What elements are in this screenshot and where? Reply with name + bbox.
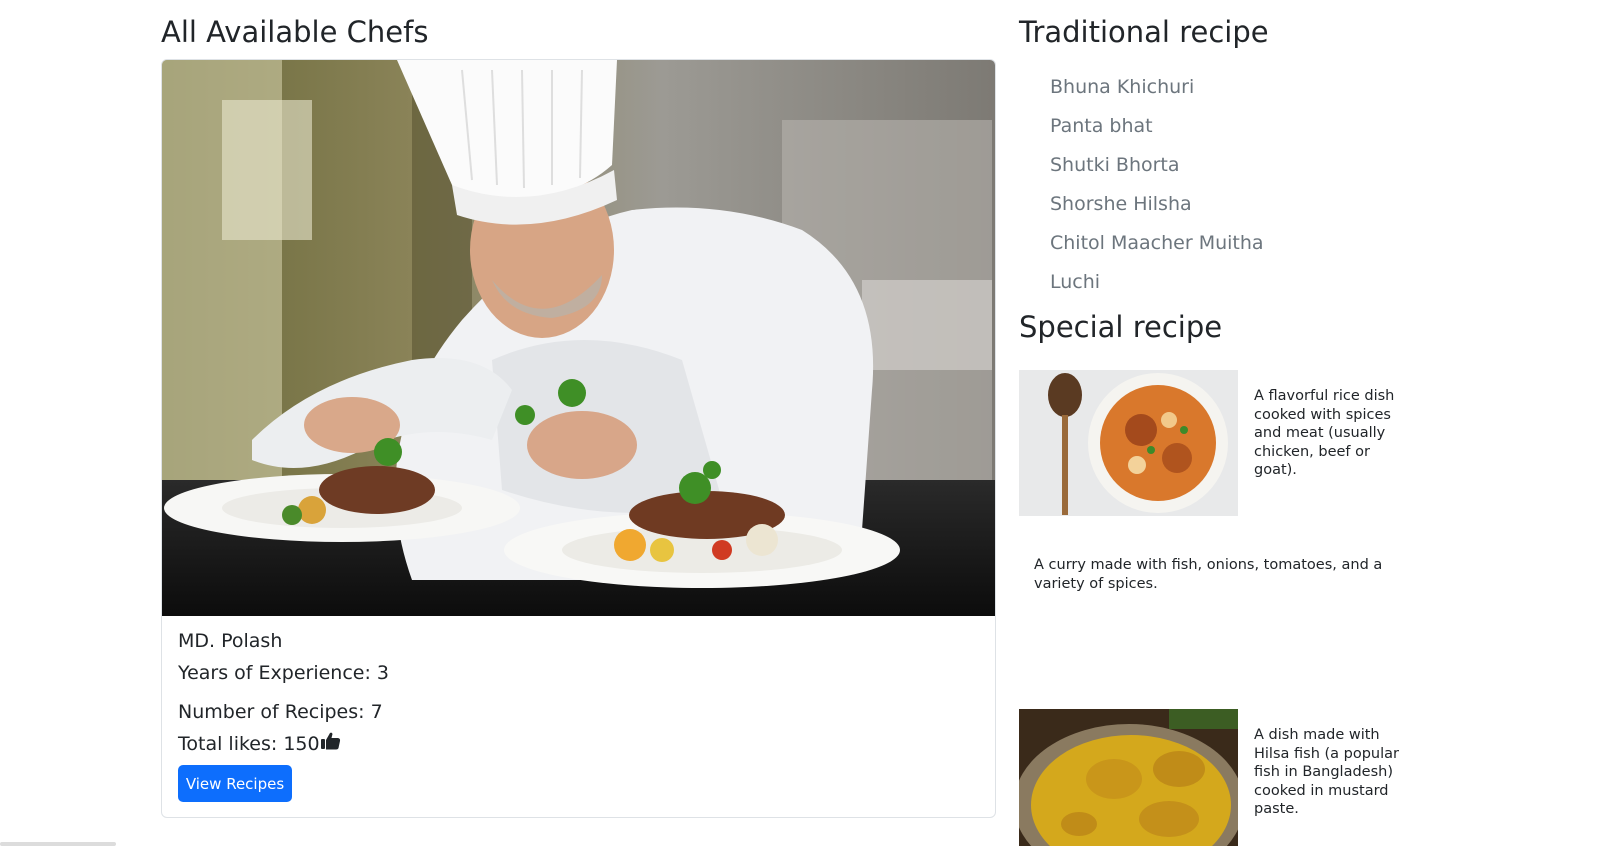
special-recipe-description: A curry made with fish, onions, tomatoes… (1034, 557, 1383, 592)
special-recipe-item: A flavorful rice dish cooked with spices… (1019, 370, 1419, 520)
special-recipe-item: A curry made with fish, onions, tomatoes… (1019, 540, 1399, 690)
chef-likes-text: Total likes: 150 (178, 732, 320, 755)
chef-card: MD. Polash Years of Experience: 3 Number… (161, 59, 996, 818)
chef-experience: Years of Experience: 3 (178, 662, 390, 684)
chef-photo (162, 60, 995, 616)
chef-name: MD. Polash (178, 630, 283, 652)
chef-likes: Total likes: 150 (178, 732, 341, 755)
horizontal-scrollbar[interactable] (0, 842, 116, 846)
traditional-recipe-item: Shorshe Hilsha (1050, 193, 1192, 215)
traditional-recipe-item: Luchi (1050, 271, 1101, 293)
thumbs-up-icon (320, 732, 341, 755)
view-recipes-button[interactable]: View Recipes (178, 765, 292, 802)
special-recipe-heading: Special recipe (1019, 310, 1223, 344)
traditional-recipe-list: Bhuna Khichuri Panta bhat Shutki Bhorta … (1050, 74, 1264, 308)
traditional-recipe-heading: Traditional recipe (1019, 15, 1269, 49)
traditional-recipe-item: Shutki Bhorta (1050, 154, 1180, 176)
special-recipe-description: A dish made with Hilsa fish (a popular f… (1254, 727, 1399, 817)
biryani-photo (1019, 370, 1238, 516)
hilsa-curry-photo (1019, 709, 1238, 846)
chefs-heading: All Available Chefs (161, 15, 429, 49)
traditional-recipe-item: Panta bhat (1050, 115, 1153, 137)
special-recipe-description: A flavorful rice dish cooked with spices… (1254, 388, 1395, 478)
traditional-recipe-item: Chitol Maacher Muitha (1050, 232, 1264, 254)
traditional-recipe-item: Bhuna Khichuri (1050, 76, 1195, 98)
special-recipe-item: A dish made with Hilsa fish (a popular f… (1019, 709, 1419, 846)
chef-recipe-count: Number of Recipes: 7 (178, 701, 383, 723)
